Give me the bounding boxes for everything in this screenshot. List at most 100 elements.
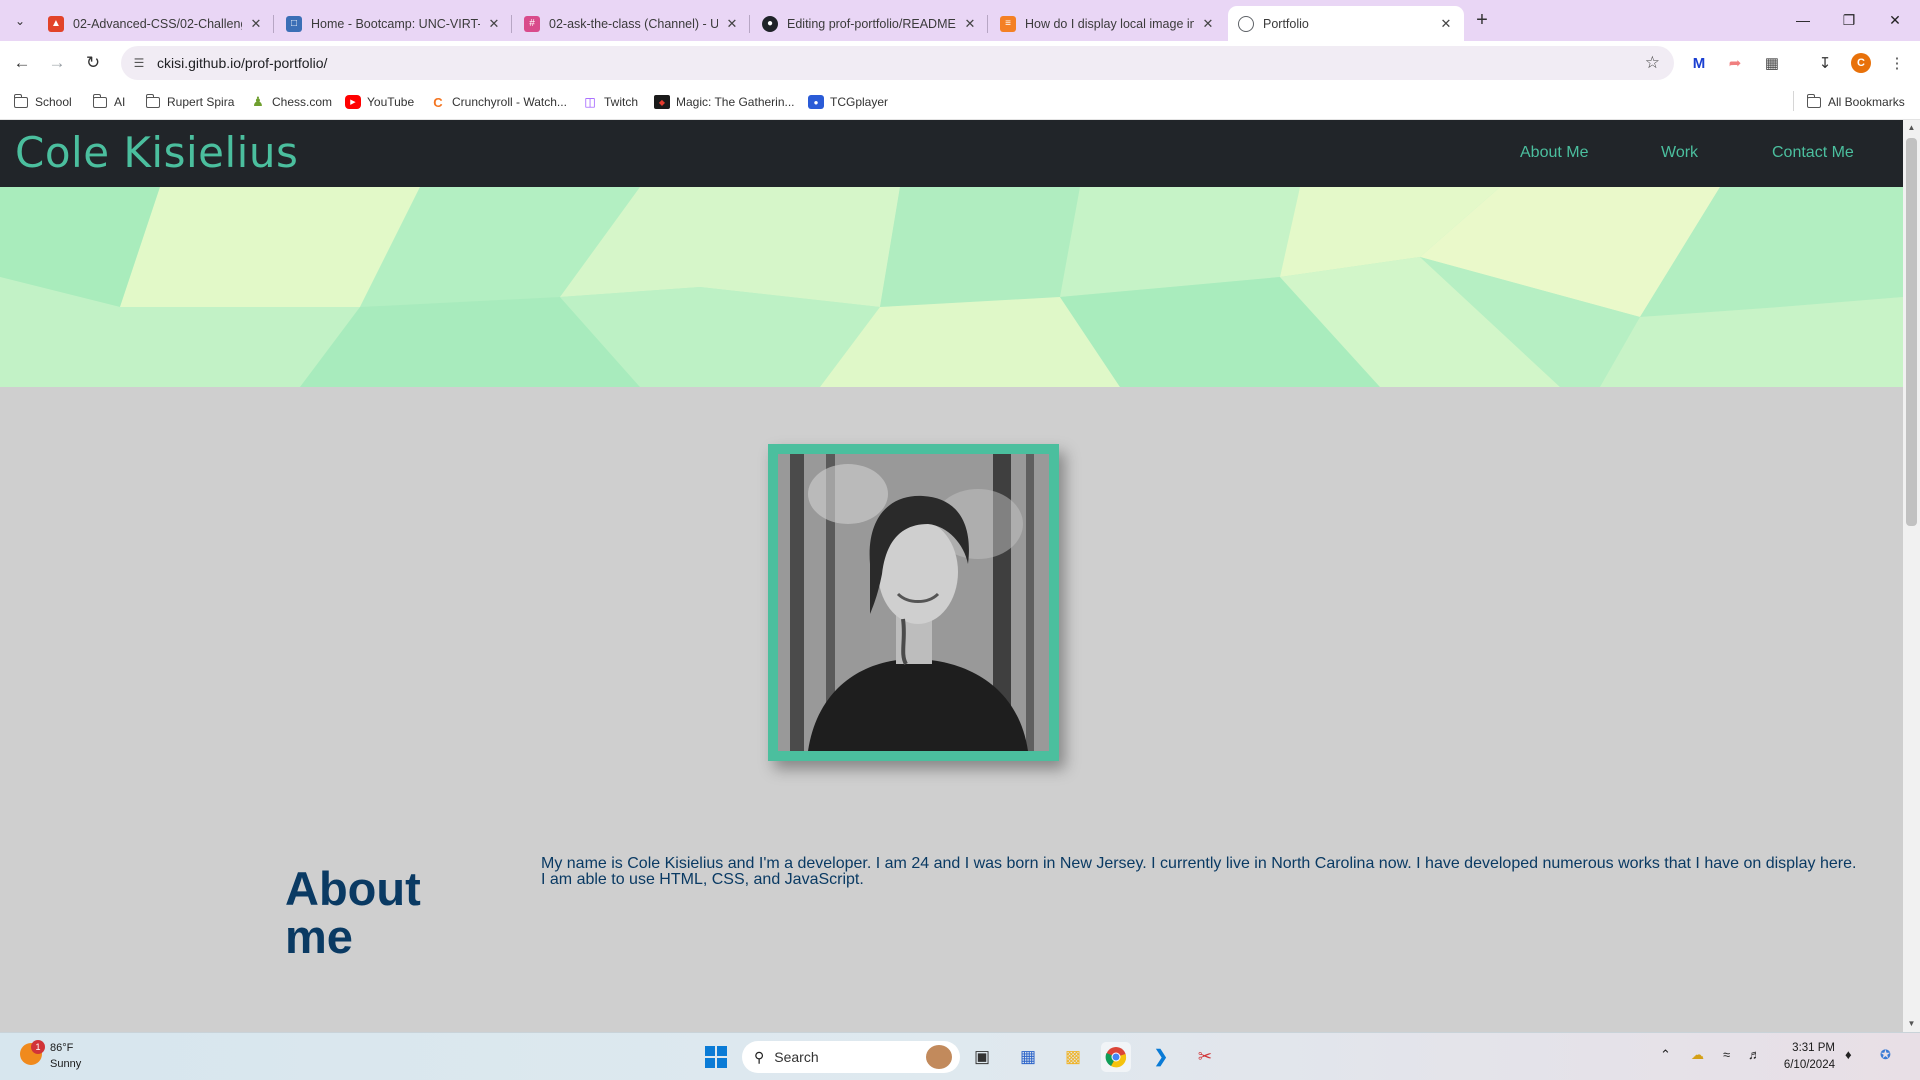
site-info-icon[interactable]: ☰: [130, 56, 148, 70]
back-button[interactable]: ←: [9, 50, 35, 76]
taskbar-search[interactable]: ⚲ Search: [742, 1041, 960, 1073]
bookmark-label: Rupert Spira: [167, 95, 235, 109]
nav-work[interactable]: Work: [1661, 144, 1698, 162]
hero-pattern: [0, 187, 1903, 387]
scroll-up-arrow-icon[interactable]: ▲: [1903, 120, 1920, 136]
restore-button[interactable]: ❐: [1826, 0, 1872, 40]
malwarebytes-icon[interactable]: M: [1687, 51, 1711, 75]
bookmark-ai[interactable]: AI: [92, 93, 125, 111]
clock-time[interactable]: 3:31 PM: [1792, 1042, 1835, 1054]
folder-icon: [92, 93, 108, 109]
forward-button[interactable]: →: [44, 50, 70, 76]
clock-date[interactable]: 6/10/2024: [1784, 1059, 1835, 1071]
bookmark-label: School: [35, 95, 72, 109]
bookmark-rupert-spira[interactable]: Rupert Spira: [145, 93, 234, 111]
chess-icon: ♟: [252, 94, 264, 109]
hero-banner: [0, 187, 1903, 387]
github-icon: ●: [762, 15, 778, 32]
bookmark-school[interactable]: School: [13, 93, 72, 111]
tab-slack[interactable]: # 02-ask-the-class (Channel) - UN ✕: [514, 6, 750, 41]
tab-stackoverflow[interactable]: ≡ How do I display local image in ✕: [990, 6, 1226, 41]
copilot-icon[interactable]: ✪: [1880, 1047, 1891, 1063]
reload-button[interactable]: ↻: [80, 50, 106, 76]
close-icon[interactable]: ✕: [248, 16, 264, 32]
close-icon[interactable]: ✕: [724, 16, 740, 32]
windows-logo-icon: [705, 1046, 727, 1068]
profile-photo-image: [778, 454, 1049, 751]
minimize-button[interactable]: —: [1780, 0, 1826, 40]
search-highlight-icon: [926, 1045, 952, 1069]
slack-icon: #: [524, 15, 540, 32]
tab-gitlab[interactable]: ▲ 02-Advanced-CSS/02-Challeng ✕: [38, 6, 274, 41]
bookmarks-bar: School AI Rupert Spira ♟ Chess.com ▶ You…: [0, 84, 1920, 120]
start-button[interactable]: [701, 1042, 731, 1072]
puzzle-icon[interactable]: ▦: [1760, 51, 1784, 75]
profile-initial: C: [1857, 57, 1865, 69]
scroll-down-arrow-icon[interactable]: ▼: [1903, 1016, 1920, 1032]
tab-bootcamp[interactable]: □ Home - Bootcamp: UNC-VIRT-F ✕: [276, 6, 512, 41]
tab-title: Editing prof-portfolio/README: [787, 16, 956, 31]
browser-toolbar: ← → ↻ ☰ ckisi.github.io/prof-portfolio/ …: [0, 41, 1920, 84]
tab-portfolio[interactable]: Portfolio ✕: [1228, 6, 1464, 41]
wifi-icon[interactable]: ≈: [1723, 1047, 1730, 1062]
new-tab-button[interactable]: +: [1470, 9, 1494, 33]
close-icon[interactable]: ✕: [962, 16, 978, 32]
menu-kebab-icon[interactable]: ⋮: [1885, 51, 1909, 75]
store-icon[interactable]: ▦: [1013, 1042, 1043, 1072]
file-explorer-icon[interactable]: ▩: [1058, 1042, 1088, 1072]
bookmark-chess[interactable]: ♟ Chess.com: [250, 93, 332, 111]
tab-github[interactable]: ● Editing prof-portfolio/README ✕: [752, 6, 988, 41]
tab-search-button[interactable]: ⌄: [8, 9, 32, 33]
address-bar[interactable]: ☰ ckisi.github.io/prof-portfolio/ ☆: [121, 46, 1674, 80]
bookmark-twitch[interactable]: ◫ Twitch: [582, 93, 638, 111]
page-viewport: Cole Kisielius About Me Work Contact Me: [0, 120, 1920, 1032]
weather-condition[interactable]: Sunny: [50, 1058, 81, 1070]
onedrive-icon[interactable]: ☁: [1691, 1047, 1704, 1063]
gitlab-icon: ▲: [48, 15, 64, 32]
search-icon: ⚲: [754, 1048, 765, 1065]
page-scrollbar[interactable]: ▲ ▼: [1903, 120, 1920, 1032]
tab-strip: ⌄ ▲ 02-Advanced-CSS/02-Challeng ✕ □ Home…: [0, 0, 1920, 41]
plus-icon: +: [1476, 9, 1488, 31]
extension-arrow-icon[interactable]: ➦: [1723, 51, 1747, 75]
close-icon[interactable]: ✕: [486, 16, 502, 32]
volume-icon[interactable]: ♬: [1748, 1047, 1761, 1062]
globe-icon: [1238, 15, 1254, 32]
tab-title: 02-Advanced-CSS/02-Challeng: [73, 16, 242, 31]
bookmark-label: YouTube: [367, 95, 415, 109]
task-view-icon[interactable]: ▣: [967, 1042, 997, 1072]
all-bookmarks[interactable]: All Bookmarks: [1806, 93, 1905, 111]
minimize-icon: —: [1796, 12, 1810, 28]
bookmark-mtg[interactable]: ◆ Magic: The Gatherin...: [654, 93, 795, 111]
nav-contact-me[interactable]: Contact Me: [1772, 144, 1854, 162]
stackoverflow-icon: ≡: [1000, 15, 1016, 32]
nav-about-me[interactable]: About Me: [1520, 144, 1588, 162]
profile-photo-frame: [768, 444, 1059, 761]
bookmark-tcgplayer[interactable]: ● TCGplayer: [808, 93, 888, 111]
weather-temperature[interactable]: 86°F: [50, 1042, 73, 1054]
close-icon[interactable]: ✕: [1438, 16, 1454, 32]
close-icon[interactable]: ✕: [1200, 16, 1216, 32]
vscode-icon[interactable]: ❯: [1146, 1042, 1176, 1072]
weather-badge: 1: [31, 1040, 45, 1054]
folder-icon: [145, 93, 161, 109]
site-name[interactable]: Cole Kisielius: [15, 128, 298, 177]
arrow-right-icon: →: [48, 53, 66, 72]
url-text[interactable]: ckisi.github.io/prof-portfolio/: [157, 55, 327, 71]
chevron-down-icon: ⌄: [14, 14, 26, 28]
bookmark-crunchyroll[interactable]: C Crunchyroll - Watch...: [430, 93, 567, 111]
twitch-icon: ◫: [584, 95, 596, 109]
crunchyroll-icon: C: [433, 94, 443, 110]
bookmark-label: Crunchyroll - Watch...: [452, 95, 567, 109]
download-icon[interactable]: ↧: [1813, 51, 1837, 75]
close-window-button[interactable]: ✕: [1872, 0, 1918, 40]
notification-bell-icon[interactable]: ♦: [1845, 1047, 1852, 1062]
search-placeholder: Search: [774, 1049, 819, 1065]
snipping-tool-icon[interactable]: ✂: [1190, 1042, 1220, 1072]
scrollbar-thumb[interactable]: [1906, 138, 1917, 526]
bookmark-youtube[interactable]: ▶ YouTube: [345, 93, 414, 111]
chevron-up-icon[interactable]: ⌃: [1660, 1047, 1671, 1063]
bookmark-star-icon[interactable]: ☆: [1645, 53, 1660, 73]
chrome-icon[interactable]: [1101, 1042, 1131, 1072]
profile-avatar[interactable]: C: [1851, 53, 1871, 73]
